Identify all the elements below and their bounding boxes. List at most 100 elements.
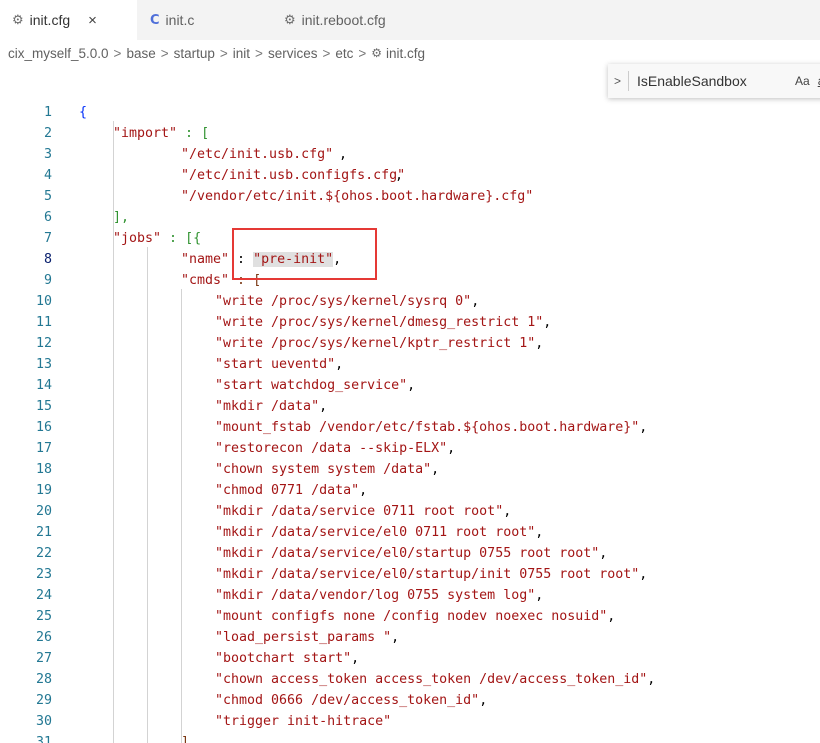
chevron-right-icon: > <box>358 45 367 61</box>
chevron-right-icon: > <box>255 45 263 61</box>
tab-init-reboot-cfg[interactable]: ⚙ init.reboot.cfg <box>268 0 396 40</box>
line-number: 28 <box>35 672 52 687</box>
code-line: "load_persist_params ", <box>215 630 400 645</box>
breadcrumb-item[interactable]: services <box>268 46 318 61</box>
code-line: "import" : [ <box>113 126 210 141</box>
line-number: 6 <box>43 210 52 225</box>
code-line: "mount_fstab /vendor/etc/fstab.${ohos.bo… <box>215 420 648 435</box>
code-row: 17 "restorecon /data --skip-ELX", <box>0 438 820 459</box>
code-line: "/etc/init.usb.cfg" <box>181 147 334 162</box>
line-number: 18 <box>35 462 52 477</box>
match-case-toggle[interactable]: Aa <box>795 74 810 88</box>
code-line: "write /proc/sys/kernel/sysrq 0", <box>215 294 480 309</box>
close-icon[interactable]: × <box>88 12 97 29</box>
line-number: 3 <box>43 147 52 162</box>
code-line: "trigger init-hitrace" <box>215 714 392 729</box>
annotation-highlight-box <box>232 228 377 280</box>
code-row: 22 "mkdir /data/service/el0/startup 0755 … <box>0 543 820 564</box>
code-line: "start ueventd", <box>215 357 344 372</box>
line-number: 23 <box>35 567 52 582</box>
line-number: 12 <box>35 336 52 351</box>
code-row: 14 "start watchdog_service", <box>0 375 820 396</box>
code-line: "chown access_token access_token /dev/ac… <box>215 672 656 687</box>
line-number: 27 <box>35 651 52 666</box>
chevron-right-icon: > <box>160 45 169 61</box>
code-row: 21 "mkdir /data/service/el0 0711 root roo… <box>0 522 820 543</box>
breadcrumb: cix_myself_5.0.0 > base > startup > init > s… <box>0 40 820 66</box>
line-number: 21 <box>35 525 52 540</box>
gear-icon: ⚙ <box>12 12 24 27</box>
line-number: 14 <box>35 378 52 393</box>
code-row: 15 "mkdir /data", <box>0 396 820 417</box>
code-row: 20 "mkdir /data/service 0711 root root", <box>0 501 820 522</box>
tab-init-cfg[interactable]: ⚙ init.cfg × <box>0 0 138 40</box>
code-line: "mkdir /data/vendor/log 0755 system log"… <box>215 588 544 603</box>
code-line: "/etc/init.usb.configfs.cfg" <box>181 168 406 183</box>
code-row: 28 "chown access_token access_token /dev/… <box>0 669 820 690</box>
line-number: 24 <box>35 588 52 603</box>
line-number: 1 <box>43 105 52 120</box>
gear-icon: ⚙ <box>371 46 383 60</box>
code-line: "chmod 0666 /dev/access_token_id", <box>215 693 488 708</box>
code-line: "mkdir /data/service 0711 root root", <box>215 504 512 519</box>
code-row: 23 "mkdir /data/service/el0/startup/init … <box>0 564 820 585</box>
line-number: 10 <box>35 294 52 309</box>
divider <box>628 71 629 91</box>
line-number: 31 <box>35 735 52 743</box>
breadcrumb-item[interactable]: startup <box>174 46 215 61</box>
line-number: 26 <box>35 630 52 645</box>
code-line: "/vendor/etc/init.${ohos.boot.hardware}.… <box>181 189 534 204</box>
gear-icon: ⚙ <box>284 12 296 27</box>
find-widget: > IsEnableSandbox Aa ab <box>608 64 820 98</box>
code-line: "mkdir /data/service/el0/startup/init 07… <box>215 567 648 582</box>
code-line: "write /proc/sys/kernel/kptr_restrict 1"… <box>215 336 544 351</box>
code-line: "chmod 0771 /data", <box>215 483 368 498</box>
tab-init-c[interactable]: C init.c <box>138 0 268 40</box>
code-row: 24 "mkdir /data/vendor/log 0755 system lo… <box>0 585 820 606</box>
code-row: 18 "chown system system /data", <box>0 459 820 480</box>
line-number: 17 <box>35 441 52 456</box>
code-row: 26 "load_persist_params ", <box>0 627 820 648</box>
tab-label: init.cfg <box>29 12 71 28</box>
breadcrumb-item[interactable]: init.cfg <box>386 46 425 61</box>
tab-label: init.reboot.cfg <box>301 12 386 28</box>
code-line: "mkdir /data/service/el0/startup 0755 ro… <box>215 546 608 561</box>
code-line: { <box>79 105 88 120</box>
code-row: 16 "mount_fstab /vendor/etc/fstab.${ohos.… <box>0 417 820 438</box>
code-line: "mkdir /data/service/el0 0711 root root"… <box>215 525 544 540</box>
code-row: 27 "bootchart start", <box>0 648 820 669</box>
code-row: 12 "write /proc/sys/kernel/kptr_restrict … <box>0 333 820 354</box>
line-number: 5 <box>43 189 52 204</box>
code-line: ], <box>113 210 130 225</box>
line-number: 11 <box>35 315 52 330</box>
line-number: 13 <box>35 357 52 372</box>
line-number: 9 <box>43 273 52 288</box>
code-editor[interactable]: 1{ 2 "import" : [ 3 "/etc/init.usb.cfg", 4… <box>0 100 820 743</box>
find-input[interactable]: IsEnableSandbox <box>637 73 787 89</box>
code-row: 25 "mount configfs none /config nodev noe… <box>0 606 820 627</box>
breadcrumb-item[interactable]: base <box>126 46 155 61</box>
code-line: "chown system system /data", <box>215 462 440 477</box>
line-number: 29 <box>35 693 52 708</box>
code-row: 29 "chmod 0666 /dev/access_token_id", <box>0 690 820 711</box>
code-row: 10 "write /proc/sys/kernel/sysrq 0", <box>0 291 820 312</box>
line-number: 7 <box>43 231 52 246</box>
line-number: 15 <box>35 399 52 414</box>
chevron-right-icon[interactable]: > <box>614 74 628 88</box>
code-line: "bootchart start", <box>215 651 360 666</box>
line-number: 22 <box>35 546 52 561</box>
code-line: "write /proc/sys/kernel/dmesg_restrict 1… <box>215 315 552 330</box>
code-line: "restorecon /data --skip-ELX", <box>215 441 456 456</box>
code-row: 13 "start ueventd", <box>0 354 820 375</box>
code-row: 19 "chmod 0771 /data", <box>0 480 820 501</box>
breadcrumb-item[interactable]: init <box>233 46 250 61</box>
code-row: 11 "write /proc/sys/kernel/dmesg_restrict… <box>0 312 820 333</box>
chevron-right-icon: > <box>113 45 122 61</box>
code-line: "start watchdog_service", <box>215 378 416 393</box>
line-number: 30 <box>35 714 52 729</box>
chevron-right-icon: > <box>322 45 331 61</box>
breadcrumb-item[interactable]: etc <box>335 46 353 61</box>
breadcrumb-item[interactable]: cix_myself_5.0.0 <box>8 46 109 61</box>
chevron-right-icon: > <box>219 45 228 61</box>
code-line: ] <box>181 735 190 743</box>
